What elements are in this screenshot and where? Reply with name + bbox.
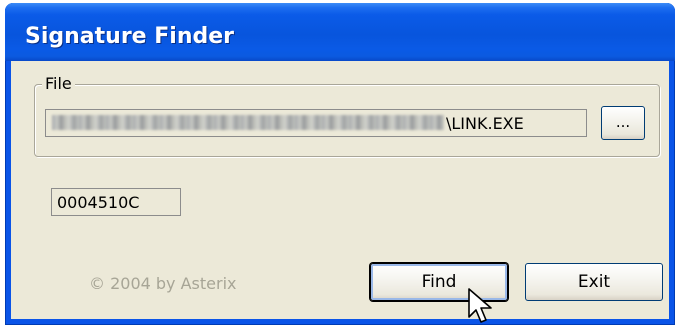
- mouse-pointer-icon: [468, 288, 492, 323]
- exit-button[interactable]: Exit: [525, 263, 663, 301]
- dialog-window: Signature Finder File \LINK.EXE ... 0004…: [5, 3, 675, 325]
- signature-result-field[interactable]: 0004510C: [51, 188, 181, 216]
- file-path-suffix: \LINK.EXE: [446, 114, 524, 133]
- file-group-label: File: [42, 74, 75, 93]
- window-title: Signature Finder: [25, 24, 234, 49]
- dialog-client-area: File \LINK.EXE ... 0004510C © 2004 by As…: [11, 61, 669, 323]
- file-path-field[interactable]: \LINK.EXE: [45, 109, 587, 137]
- copyright-text: © 2004 by Asterix: [89, 274, 237, 293]
- browse-button[interactable]: ...: [601, 106, 645, 140]
- blurred-path-prefix: [52, 115, 444, 130]
- title-bar[interactable]: Signature Finder: [5, 3, 675, 61]
